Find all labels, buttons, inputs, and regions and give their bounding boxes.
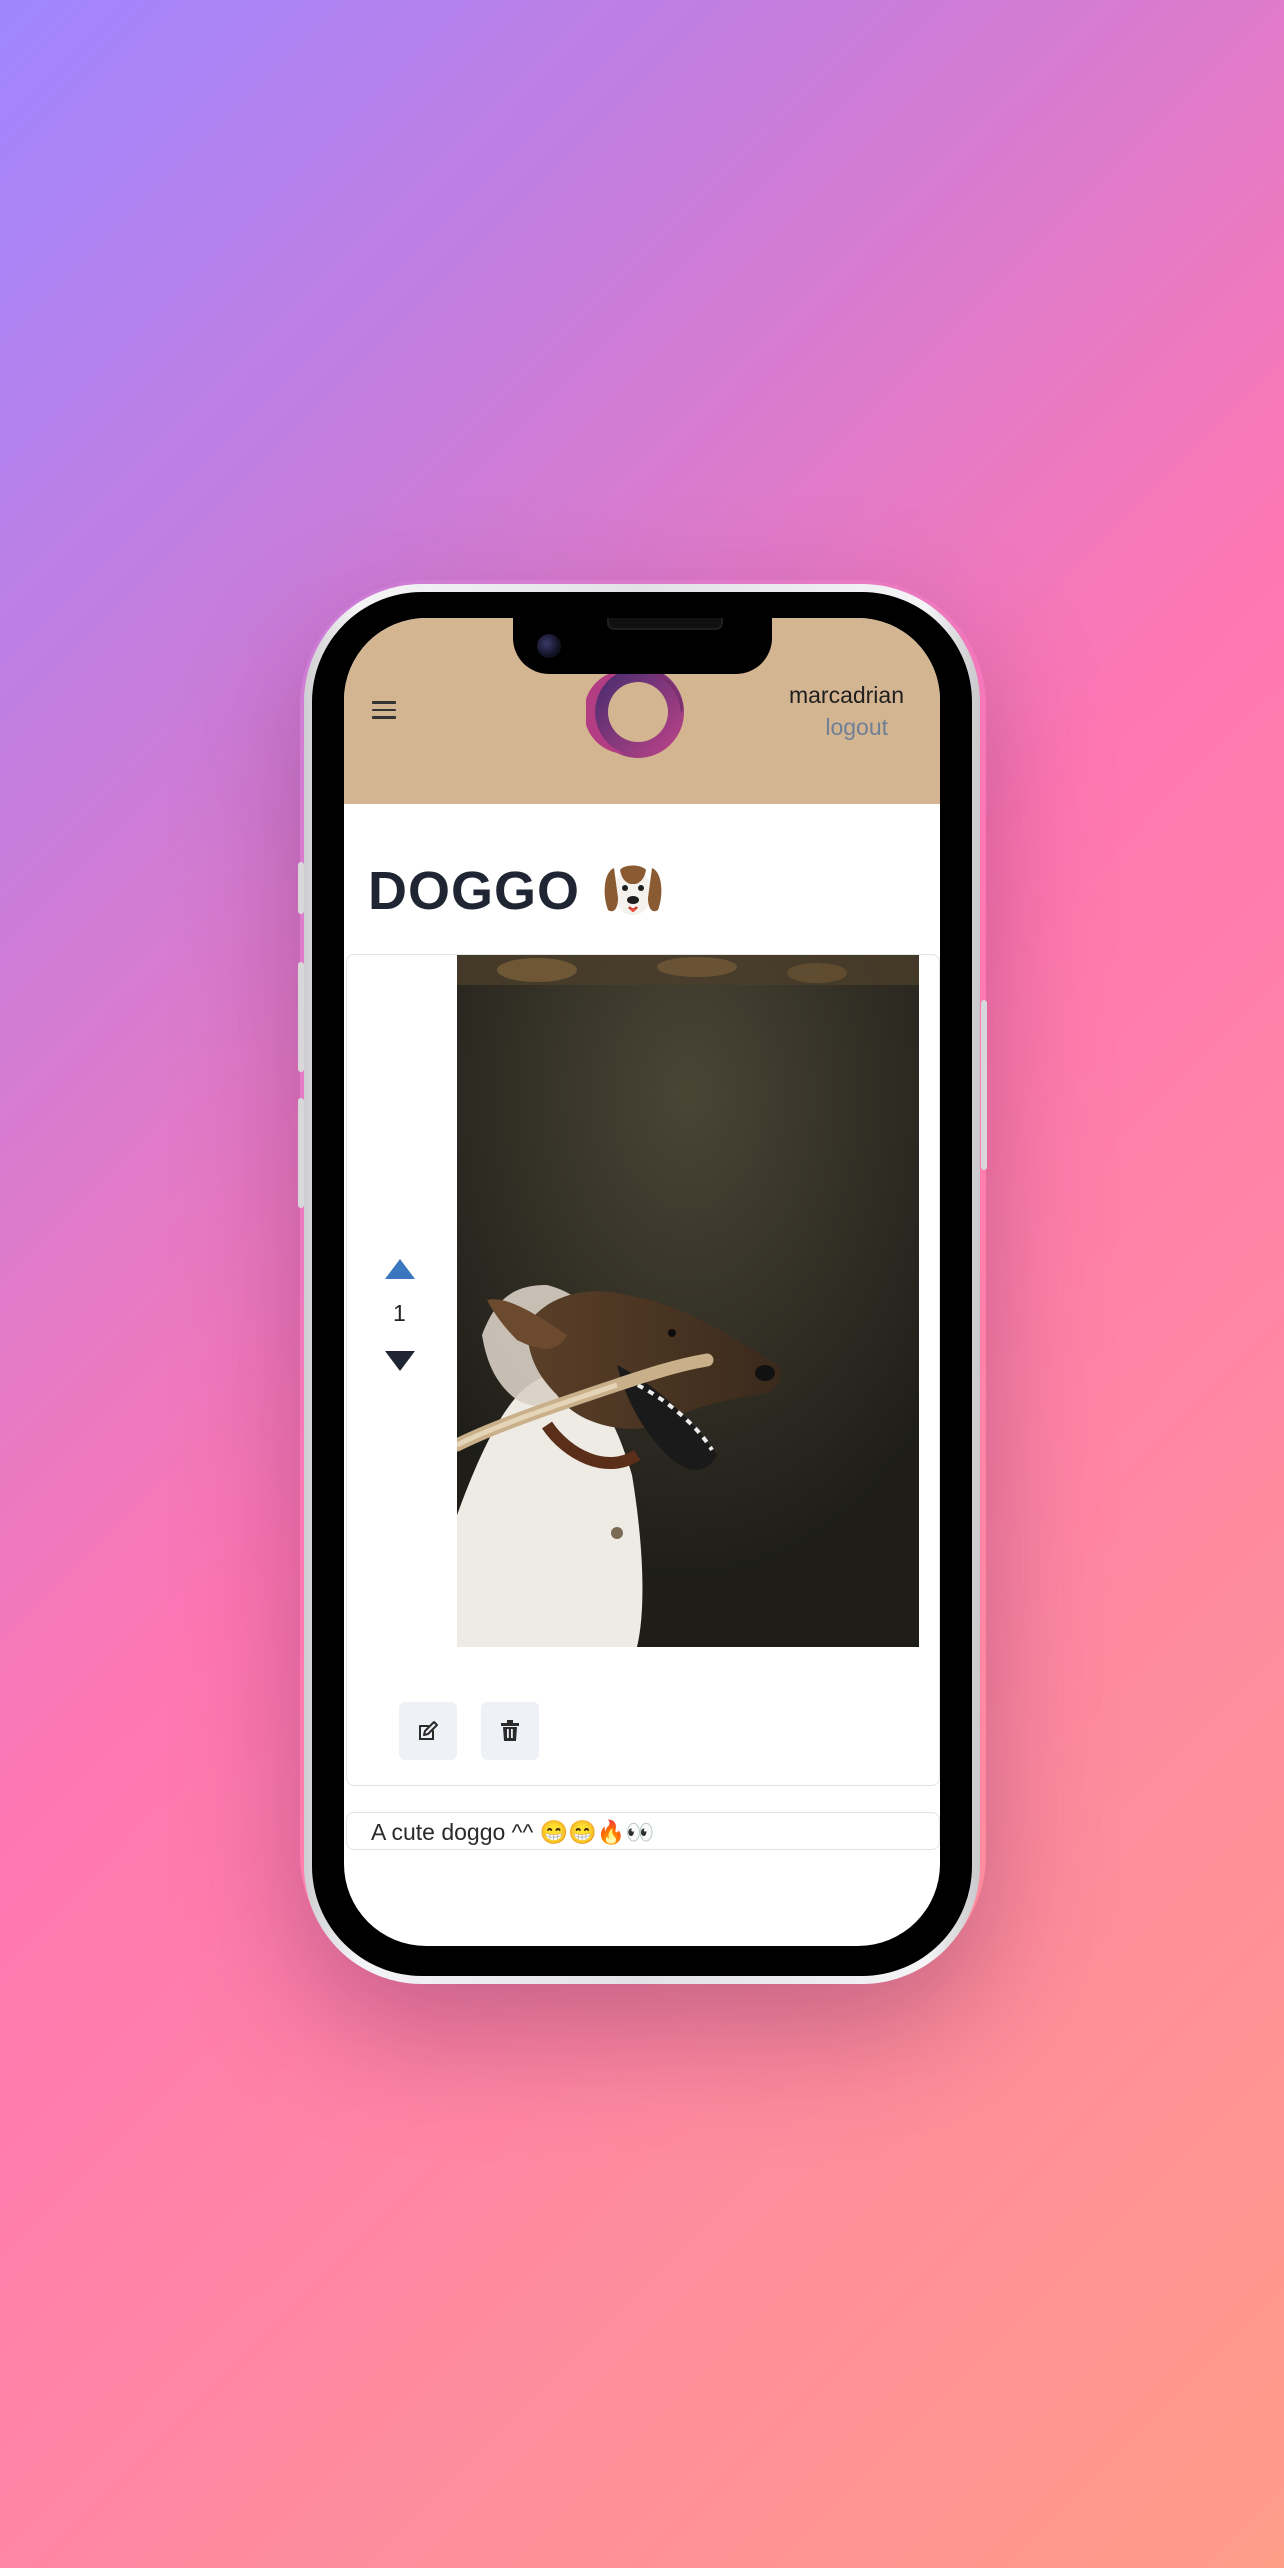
camera-icon bbox=[537, 634, 561, 658]
delete-button[interactable] bbox=[481, 1702, 539, 1760]
hamburger-menu-icon[interactable] bbox=[372, 701, 396, 721]
volume-down-button bbox=[298, 1098, 304, 1208]
speaker-icon bbox=[607, 618, 723, 630]
power-button bbox=[981, 1000, 987, 1170]
trash-icon bbox=[501, 1720, 519, 1741]
post-card: 1 bbox=[346, 954, 940, 1786]
mute-switch bbox=[298, 862, 304, 914]
logout-link[interactable]: logout bbox=[825, 714, 888, 741]
post-caption: A cute doggo ^^ 😁😁🔥👀 bbox=[371, 1819, 655, 1845]
caption-box: A cute doggo ^^ 😁😁🔥👀 bbox=[346, 1812, 940, 1850]
downvote-arrow-icon[interactable] bbox=[385, 1351, 415, 1371]
post-title: DOGGO bbox=[368, 858, 666, 924]
phone-screen: marcadrian logout DOGGO 1 A cute doggo ^… bbox=[344, 618, 940, 1946]
edit-icon bbox=[419, 1721, 438, 1740]
ring-logo-icon[interactable] bbox=[586, 660, 690, 764]
notch bbox=[513, 618, 772, 674]
edit-button[interactable] bbox=[399, 1702, 457, 1760]
volume-up-button bbox=[298, 962, 304, 1072]
post-title-text: DOGGO bbox=[368, 861, 581, 921]
vote-count: 1 bbox=[393, 1300, 406, 1326]
dog-face-emoji-icon bbox=[604, 865, 662, 915]
dog-holding-stick-photo bbox=[457, 955, 919, 1647]
upvote-arrow-icon[interactable] bbox=[385, 1259, 415, 1279]
username-label: marcadrian bbox=[788, 682, 904, 708]
